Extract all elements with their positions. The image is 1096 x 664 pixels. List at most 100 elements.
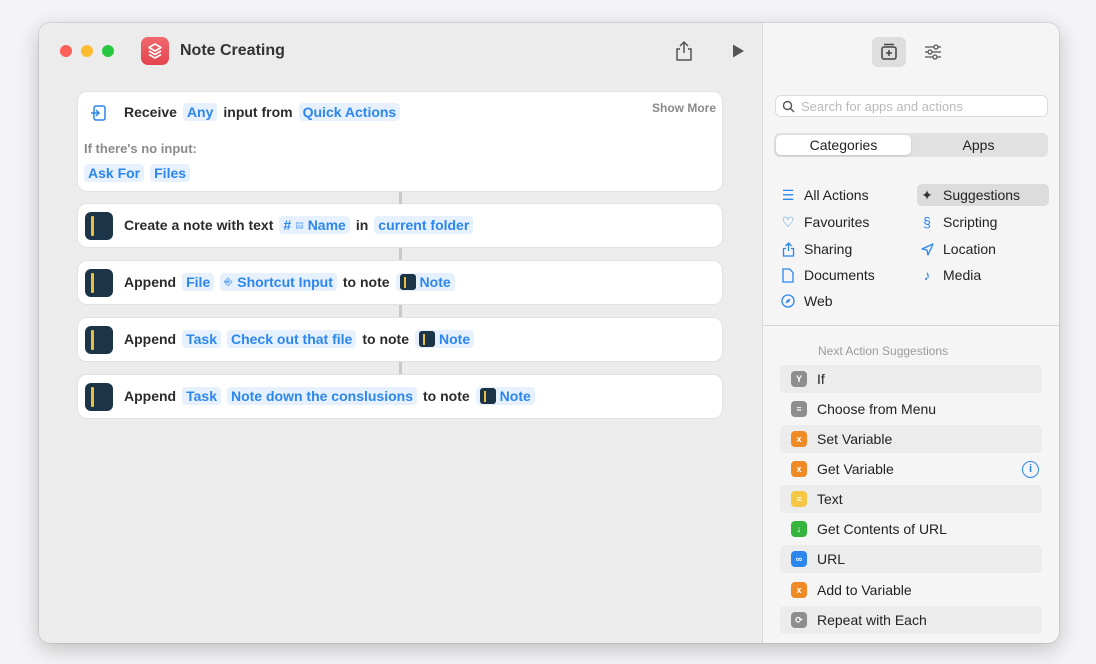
append-label: Append — [124, 274, 177, 290]
note-variable-label: Note — [499, 388, 531, 404]
suggestion-text[interactable]: ≡ Text — [780, 485, 1042, 513]
tab-categories[interactable]: Categories — [776, 135, 911, 155]
share-button[interactable] — [673, 39, 695, 63]
suggestion-url[interactable]: ∞ URL — [780, 545, 1042, 573]
run-button[interactable] — [727, 39, 749, 63]
suggestion-label: Text — [817, 491, 843, 507]
hash-symbol: # — [283, 217, 292, 233]
category-favourites[interactable]: ♡ Favourites — [778, 211, 870, 233]
input-type-token[interactable]: Any — [182, 103, 218, 121]
suggestion-get-variable[interactable]: x Get Variable i — [780, 455, 1042, 483]
share-icon — [778, 241, 798, 257]
note-variable-token[interactable]: Note — [415, 330, 475, 348]
append-type-token[interactable]: Task — [182, 387, 221, 405]
menu-icon: ≡ — [791, 401, 807, 417]
files-token[interactable]: Files — [150, 164, 191, 182]
suggestion-repeat-with-each[interactable]: ⟳ Repeat with Each — [780, 606, 1042, 634]
category-suggestions[interactable]: ✦ Suggestions — [917, 184, 1049, 206]
category-scripting[interactable]: § Scripting — [917, 211, 997, 233]
note-variable-token[interactable]: Note — [475, 387, 535, 405]
action-receive[interactable]: Receive Any input from Quick Actions Sho… — [78, 92, 722, 191]
note-variable-token[interactable]: Note — [395, 273, 455, 291]
suggestion-label: Choose from Menu — [817, 401, 937, 417]
append-type-token[interactable]: File — [182, 273, 215, 291]
sliders-icon — [925, 44, 941, 60]
note-variable-icon — [479, 388, 496, 404]
suggestion-get-contents-of-url[interactable]: ↓ Get Contents of URL — [780, 515, 1042, 543]
action-library-sidebar: Categories Apps ☰ All Actions ♡ Favourit… — [762, 23, 1059, 643]
category-label: Location — [943, 241, 996, 257]
input-source-token[interactable]: Quick Actions — [298, 103, 401, 121]
action-create-note[interactable]: Create a note with text # ▤ Name in curr… — [78, 204, 722, 247]
note-variable-icon — [419, 331, 435, 347]
if-icon: Y — [791, 371, 807, 387]
action-connector — [399, 305, 402, 317]
shortcut-icon[interactable] — [141, 37, 169, 65]
ask-for-token[interactable]: Ask For — [84, 164, 145, 182]
category-location[interactable]: Location — [917, 238, 996, 260]
library-button[interactable] — [872, 37, 906, 67]
show-more-button[interactable]: Show More — [652, 101, 716, 115]
suggestion-choose-from-menu[interactable]: ≡ Choose from Menu — [780, 395, 1042, 423]
sidebar-divider — [763, 325, 1059, 326]
to-note-label: to note — [362, 331, 409, 347]
minimize-button[interactable] — [81, 45, 93, 57]
category-documents[interactable]: Documents — [778, 264, 875, 286]
shortcut-input-token[interactable]: ⎆ Shortcut Input — [220, 273, 337, 291]
variable-icon: x — [791, 582, 807, 598]
search-input[interactable] — [801, 98, 1031, 114]
category-label: Documents — [804, 267, 875, 283]
shortcut-input-label: Shortcut Input — [237, 274, 333, 290]
suggestion-label: Repeat with Each — [817, 612, 927, 628]
category-label: Favourites — [804, 214, 870, 230]
append-type-token[interactable]: Task — [182, 330, 221, 348]
action-connector — [399, 192, 402, 204]
category-label: All Actions — [804, 187, 869, 203]
name-variable-token[interactable]: # ▤ Name — [279, 216, 350, 234]
scripting-icon: § — [923, 214, 931, 230]
action-append-file[interactable]: Append File ⎆ Shortcut Input to note Not… — [78, 261, 722, 304]
category-label: Scripting — [943, 214, 998, 230]
variable-icon: x — [791, 431, 807, 447]
receive-label: Receive — [124, 104, 177, 120]
close-button[interactable] — [60, 45, 72, 57]
action-connector — [399, 248, 402, 260]
name-variable-label: Name — [307, 217, 346, 233]
category-web[interactable]: Web — [778, 290, 833, 312]
to-note-label: to note — [423, 388, 470, 404]
category-sharing[interactable]: Sharing — [778, 238, 852, 260]
note-variable-label: Note — [419, 274, 451, 290]
category-all-actions[interactable]: ☰ All Actions — [778, 184, 869, 206]
tab-apps[interactable]: Apps — [911, 135, 1046, 155]
suggestion-label: Get Contents of URL — [817, 521, 947, 537]
list-icon: ☰ — [781, 186, 795, 203]
category-label: Sharing — [804, 241, 853, 257]
task-content-token[interactable]: Note down the conslusions — [226, 387, 417, 405]
play-icon — [733, 44, 744, 58]
task-content-token[interactable]: Check out that file — [226, 330, 357, 348]
sidebar-toolbar — [763, 23, 1059, 83]
library-icon — [881, 43, 897, 60]
zoom-button[interactable] — [102, 45, 114, 57]
action-append-task-1[interactable]: Append Task Check out that file to note … — [78, 318, 722, 361]
note-variable-label: Note — [439, 331, 471, 347]
category-label: Suggestions — [943, 187, 1021, 203]
category-media[interactable]: ♪ Media — [917, 264, 982, 286]
suggestion-set-variable[interactable]: x Set Variable — [780, 425, 1042, 453]
suggestion-label: URL — [817, 551, 846, 567]
search-icon — [782, 100, 795, 112]
search-field[interactable] — [775, 95, 1048, 117]
info-icon[interactable]: i — [1022, 460, 1039, 478]
details-button[interactable] — [916, 37, 950, 67]
share-icon — [676, 40, 692, 61]
append-label: Append — [124, 331, 177, 347]
input-from-label: input from — [223, 104, 293, 120]
suggestion-if[interactable]: Y If — [780, 365, 1042, 393]
suggestion-label: Get Variable — [817, 461, 894, 477]
suggestion-label: Set Variable — [817, 431, 893, 447]
action-append-task-2[interactable]: Append Task Note down the conslusions to… — [78, 375, 722, 418]
action-connector — [399, 362, 402, 374]
location-icon — [917, 242, 937, 256]
folder-token[interactable]: current folder — [374, 216, 474, 234]
suggestion-add-to-variable[interactable]: x Add to Variable — [780, 576, 1042, 604]
